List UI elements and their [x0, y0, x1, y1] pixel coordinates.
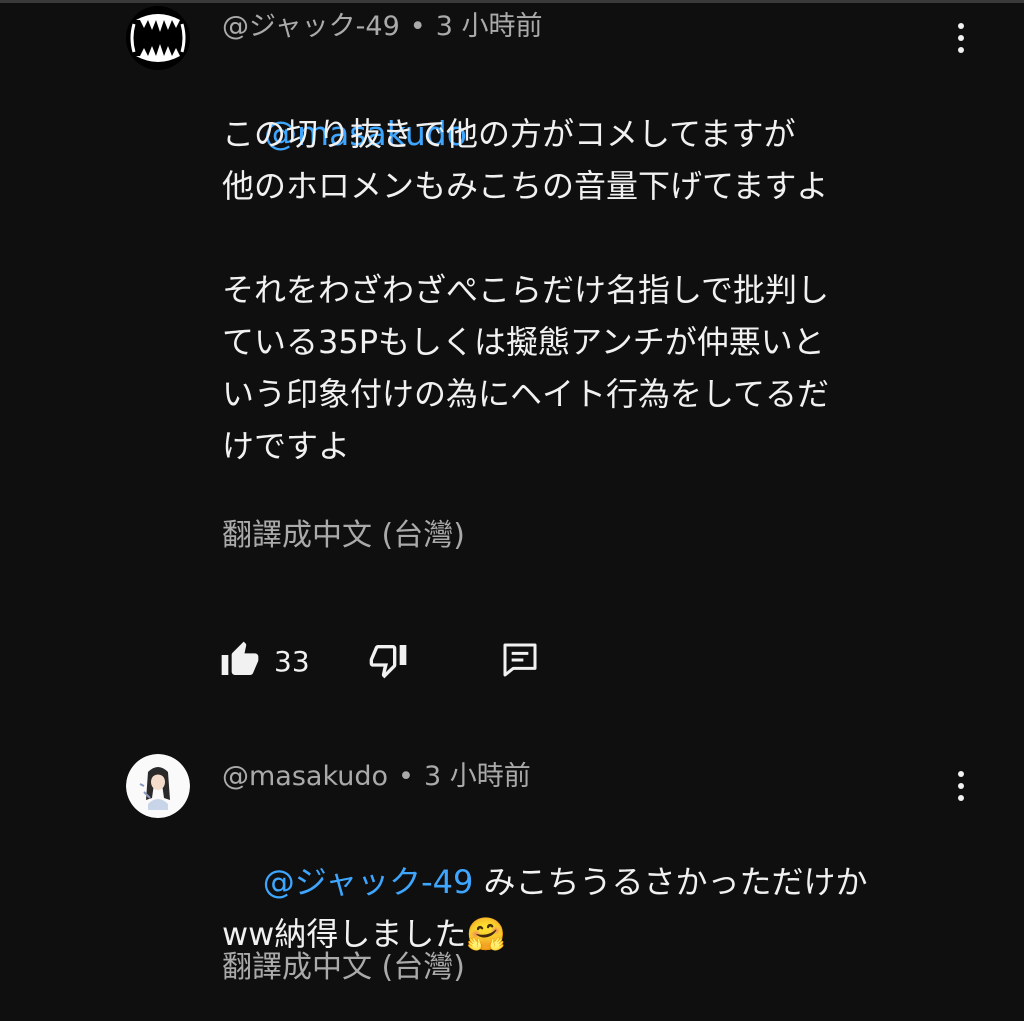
- comment-meta: @ジャック-49 • 3 小時前: [222, 10, 542, 44]
- top-divider: [0, 0, 1024, 3]
- comment-meta: @masakudo • 3 小時前: [222, 760, 531, 794]
- comment-text: この切り抜きで他の方がコメしてますが 他のホロメンもみこちの音量下げてますよ そ…: [222, 115, 830, 465]
- meta-separator: •: [398, 761, 414, 792]
- like-count: 33: [274, 645, 310, 678]
- author-handle[interactable]: @ジャック-49: [222, 11, 400, 42]
- translate-button[interactable]: 翻譯成中文 (台灣): [222, 948, 465, 988]
- reply-comment-icon: [503, 643, 537, 677]
- anime-girl-avatar-icon[interactable]: [126, 754, 190, 818]
- translate-button[interactable]: 翻譯成中文 (台灣): [222, 516, 465, 556]
- reply-text-line1: みこちうるさかっただけか: [473, 863, 868, 901]
- author-handle[interactable]: @masakudo: [222, 761, 388, 792]
- thumbs-down-icon: [369, 645, 407, 679]
- thumbs-up-icon: [221, 641, 259, 675]
- reply-button[interactable]: [500, 640, 540, 684]
- hugging-face-emoji: 🤗: [466, 915, 507, 953]
- fangs-avatar-icon[interactable]: [126, 6, 190, 70]
- mention-link[interactable]: @ジャック-49: [263, 863, 474, 901]
- meta-separator: •: [409, 11, 426, 42]
- more-options-icon[interactable]: [946, 18, 976, 58]
- dislike-button[interactable]: [368, 640, 408, 684]
- like-button[interactable]: [220, 640, 260, 684]
- more-options-icon[interactable]: [946, 766, 976, 806]
- comment-time: 3 小時前: [423, 761, 531, 792]
- comment-time: 3 小時前: [435, 11, 543, 42]
- comment-actions: 33: [0, 636, 1024, 686]
